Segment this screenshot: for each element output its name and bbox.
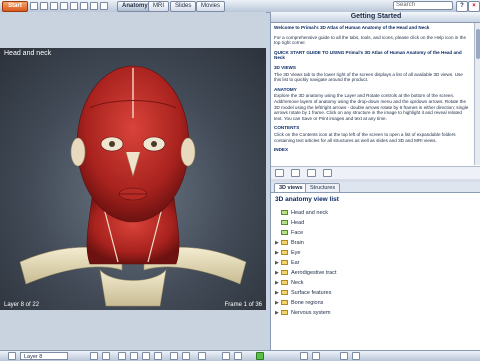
- anatomy-3d-viewer[interactable]: Head and neck Layer 8 of 22 Frame 1 of 3…: [0, 48, 266, 310]
- folder-icon: [281, 280, 288, 286]
- notes-icon[interactable]: [100, 2, 108, 10]
- save-icon[interactable]: [323, 169, 332, 177]
- zoom-in-icon[interactable]: [170, 352, 178, 360]
- tab-structures[interactable]: Structures: [305, 183, 341, 192]
- list-item-brain[interactable]: ▶ Brain: [275, 238, 475, 248]
- layer-down-icon[interactable]: [102, 352, 110, 360]
- gs-paragraph: Welcome to Primal's 3D Atlas of Human An…: [274, 25, 430, 30]
- list-item-face[interactable]: Face: [275, 228, 475, 238]
- print-image-icon[interactable]: [234, 352, 242, 360]
- list-item-neck[interactable]: ▶ Neck: [275, 278, 475, 288]
- start-button[interactable]: Start: [2, 1, 28, 12]
- rotate-left-1-icon[interactable]: [130, 352, 138, 360]
- text-back-icon[interactable]: [300, 352, 308, 360]
- list-item-label: Head: [291, 220, 305, 226]
- list-item-label: Ear: [291, 260, 300, 266]
- gs-paragraph: INDEX: [274, 147, 289, 153]
- close-button[interactable]: ×: [468, 1, 480, 12]
- list-item-label: Bone regions: [291, 300, 324, 306]
- bottom-control-bar: Layer 8: [0, 350, 480, 361]
- scrollbar-thumb[interactable]: [476, 29, 480, 59]
- text-scrollbar[interactable]: [474, 23, 480, 165]
- folder-icon: [281, 290, 288, 296]
- tab-3d-views[interactable]: 3D views: [274, 183, 308, 192]
- gs-paragraph: Explore the 3D anatomy using the Layer a…: [274, 93, 469, 121]
- list-item-surface-features[interactable]: ▶ Surface features: [275, 288, 475, 298]
- tab-slides[interactable]: Slides: [170, 1, 197, 12]
- list-item-aerodigestive-tract[interactable]: ▶ Aerodigestive tract: [275, 268, 475, 278]
- frame-status: Frame 1 of 36: [224, 302, 262, 308]
- contents-icon[interactable]: [30, 2, 38, 10]
- text-forward-icon[interactable]: [312, 352, 320, 360]
- viewer-top-strip: [0, 12, 266, 48]
- view-icon: [281, 230, 288, 236]
- rotate-left-6-icon[interactable]: [118, 352, 126, 360]
- back-icon[interactable]: [40, 2, 48, 10]
- gs-paragraph: The 3D Views tab to the lower right of t…: [274, 71, 463, 83]
- gs-paragraph: CONTENTS: [274, 125, 300, 131]
- folder-icon: [281, 300, 288, 306]
- list-item-eye[interactable]: ▶ Eye: [275, 248, 475, 258]
- list-item-label: Eye: [291, 250, 301, 256]
- help-button[interactable]: ?: [456, 1, 468, 12]
- list-item-head-and-neck[interactable]: Head and neck: [275, 208, 475, 218]
- home-icon[interactable]: [60, 2, 68, 10]
- folder-icon: [281, 240, 288, 246]
- list-item-head[interactable]: Head: [275, 218, 475, 228]
- back-icon[interactable]: [275, 169, 284, 177]
- tab-mri[interactable]: MRI: [148, 1, 169, 12]
- tab-movies[interactable]: Movies: [196, 1, 226, 12]
- rotate-right-6-icon[interactable]: [154, 352, 162, 360]
- print-icon[interactable]: [307, 169, 316, 177]
- list-item-nervous-system[interactable]: ▶ Nervous system: [275, 308, 475, 318]
- save-icon[interactable]: [80, 2, 88, 10]
- folder-icon: [281, 250, 288, 256]
- zoom-out-icon[interactable]: [182, 352, 190, 360]
- add-icon[interactable]: [291, 169, 300, 177]
- gs-paragraph: ANATOMY: [274, 86, 297, 92]
- reset-view-icon[interactable]: [198, 352, 206, 360]
- folder-icon: [281, 310, 288, 316]
- text-save-icon[interactable]: [352, 352, 360, 360]
- view-list-title: 3D anatomy view list: [275, 196, 339, 203]
- right-panel: Getting Started Welcome to Primal's 3D A…: [270, 12, 480, 350]
- gs-paragraph: For a comprehensive guide to all the tab…: [274, 34, 467, 46]
- getting-started-title: Getting Started: [271, 12, 480, 23]
- view-icon: [281, 220, 288, 226]
- list-item-label: Nervous system: [291, 310, 331, 316]
- list-item-label: Face: [291, 230, 304, 236]
- search-input[interactable]: [393, 1, 453, 10]
- gs-paragraph: Click on the Contents icon at the top le…: [274, 131, 456, 143]
- forward-icon[interactable]: [50, 2, 58, 10]
- list-item-label: Aerodigestive tract: [291, 270, 337, 276]
- labels-toggle-icon[interactable]: [256, 352, 264, 360]
- layer-up-icon[interactable]: [90, 352, 98, 360]
- list-item-label: Head and neck: [291, 210, 328, 216]
- list-item-label: Brain: [291, 240, 304, 246]
- getting-started-text: Welcome to Primal's 3D Atlas of Human An…: [271, 23, 474, 165]
- list-item-bone-regions[interactable]: ▶ Bone regions: [275, 298, 475, 308]
- folder-icon: [281, 260, 288, 266]
- print-icon[interactable]: [70, 2, 78, 10]
- layer-status: Layer 8 of 22: [4, 302, 40, 308]
- list-item-label: Surface features: [291, 290, 332, 296]
- save-image-icon[interactable]: [222, 352, 230, 360]
- text-print-icon[interactable]: [340, 352, 348, 360]
- folder-icon: [281, 270, 288, 276]
- gs-paragraph: 3D VIEWS: [274, 64, 296, 70]
- layer-select[interactable]: Layer 8: [20, 352, 68, 360]
- bookmark-icon[interactable]: [90, 2, 98, 10]
- head-neck-model[interactable]: [0, 48, 266, 310]
- list-item-label: Neck: [291, 280, 304, 286]
- layers-icon[interactable]: [8, 352, 16, 360]
- views-tab-bar: 3D views Structures: [271, 182, 480, 193]
- view-list: Head and neck Head Face ▶ Brain ▶ Eye ▶ Ear…: [275, 208, 475, 318]
- rotate-right-1-icon[interactable]: [142, 352, 150, 360]
- text-tools-bar: [271, 166, 480, 180]
- gs-paragraph: QUICK START GUIDE TO USING Primal's 3D A…: [274, 49, 462, 61]
- list-item-ear[interactable]: ▶ Ear: [275, 258, 475, 268]
- view-icon: [281, 210, 288, 216]
